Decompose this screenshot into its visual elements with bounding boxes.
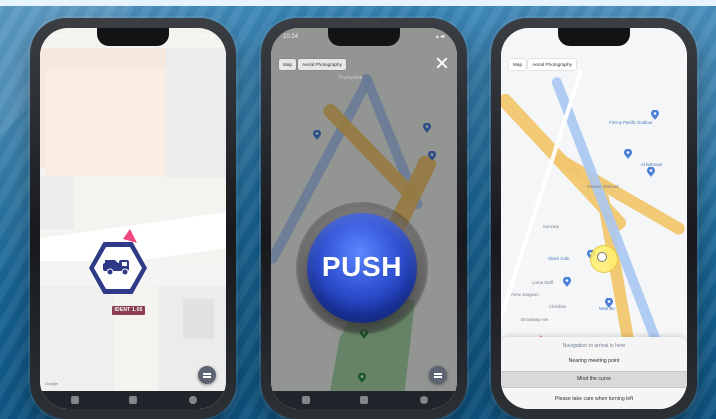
status-time: 9:41 bbox=[52, 34, 64, 40]
nav-map-icon[interactable] bbox=[357, 395, 371, 405]
status-bar: 10:24 ▴ ▰ bbox=[283, 32, 445, 42]
map-mode-tabs: Map Aerial Photography bbox=[279, 59, 346, 70]
push-button[interactable]: PUSH bbox=[307, 213, 417, 323]
promo-background: 9:41 ••• ▰ IDENT 1.05 Google 10:24 ▴ ▰ M… bbox=[0, 0, 716, 419]
status-icons: ▴ ▰ bbox=[665, 34, 675, 40]
bottom-navigation bbox=[271, 391, 457, 409]
nav-home-icon[interactable] bbox=[299, 395, 313, 405]
status-time: 10:24 bbox=[283, 34, 299, 40]
status-time: 2:28 bbox=[513, 34, 525, 40]
map-block-gray-2 bbox=[40, 176, 74, 229]
map-pin-icon bbox=[605, 295, 613, 308]
current-location-dot bbox=[597, 252, 607, 262]
map-block-gray bbox=[166, 48, 226, 178]
nav-home-icon[interactable] bbox=[68, 395, 82, 405]
layers-button[interactable] bbox=[198, 366, 216, 384]
nav-settings-icon[interactable] bbox=[186, 395, 200, 405]
poi-label: Broadway Ave bbox=[521, 317, 549, 322]
poi-label: Fitzroy Pacific Outdoor bbox=[609, 120, 653, 125]
status-bar: 2:28 ▴ ▰ bbox=[513, 32, 675, 42]
phone-screen-right: 2:28 ▴ ▰ Map Aerial Photography Fitzroy … bbox=[501, 28, 687, 409]
tab-map[interactable]: Map bbox=[279, 59, 297, 70]
map-building bbox=[183, 299, 214, 339]
tab-aerial-photography[interactable]: Aerial Photography bbox=[528, 59, 576, 70]
map-mode-tabs: Map Aerial Photography bbox=[509, 59, 576, 70]
poi-label: Al Bahnuar bbox=[641, 162, 663, 167]
tab-aerial-photography[interactable]: Aerial Photography bbox=[298, 59, 346, 70]
poi-label: Suncorp bbox=[543, 224, 560, 229]
nav-map-icon[interactable] bbox=[126, 395, 140, 405]
truck-icon bbox=[101, 256, 135, 276]
close-icon[interactable] bbox=[435, 56, 449, 70]
map-pin-icon bbox=[651, 107, 659, 120]
guidance-item[interactable]: Nearing meeting point bbox=[501, 355, 687, 367]
phone-screen-left: 9:41 ••• ▰ IDENT 1.05 Google bbox=[40, 28, 226, 409]
guidance-item[interactable]: Please take care when turning left bbox=[501, 393, 687, 405]
map-pin-icon bbox=[563, 274, 571, 287]
phone-mockup-center: 10:24 ▴ ▰ Map Aerial Photography Françoi… bbox=[261, 18, 467, 419]
phone-screen-center: 10:24 ▴ ▰ Map Aerial Photography Françoi… bbox=[271, 28, 457, 409]
nav-settings-icon[interactable] bbox=[417, 395, 431, 405]
status-icons: ••• ▰ bbox=[201, 34, 214, 40]
map-block-light bbox=[46, 68, 166, 176]
tab-map[interactable]: Map bbox=[509, 59, 527, 70]
status-icons: ▴ ▰ bbox=[435, 34, 445, 40]
map-pin-icon bbox=[624, 146, 632, 159]
guidance-item[interactable]: Navigation to arrival is here bbox=[501, 340, 687, 352]
push-label: PUSH bbox=[321, 251, 403, 282]
guidance-item-selected[interactable]: Mind the curve bbox=[501, 371, 687, 388]
poi-label: Lorna Staff bbox=[532, 280, 553, 285]
poi-label: Anne Jaugeon bbox=[511, 292, 539, 297]
vehicle-id-label: IDENT 1.05 bbox=[112, 306, 145, 315]
map-faint-title: Françoise bbox=[339, 75, 363, 81]
phone-mockup-right: 2:28 ▴ ▰ Map Aerial Photography Fitzroy … bbox=[491, 18, 697, 419]
layers-button[interactable] bbox=[429, 366, 447, 384]
poi-label: Chrishas bbox=[549, 304, 566, 309]
poi-label: Eleanor Mahood bbox=[587, 184, 619, 189]
vehicle-location-badge[interactable] bbox=[89, 242, 147, 294]
poi-label: Medi Bo bbox=[599, 306, 615, 311]
direction-marker-icon bbox=[123, 229, 137, 243]
status-bar: 9:41 ••• ▰ bbox=[52, 32, 214, 42]
bottom-navigation bbox=[40, 391, 226, 409]
google-mark: Google bbox=[45, 381, 58, 386]
top-border bbox=[0, 0, 716, 6]
voice-guidance-list: Navigation to arrival is here Nearing me… bbox=[501, 337, 687, 409]
phone-mockup-left: 9:41 ••• ▰ IDENT 1.05 Google bbox=[30, 18, 236, 419]
poi-label: Glaze Cafe bbox=[548, 256, 570, 261]
